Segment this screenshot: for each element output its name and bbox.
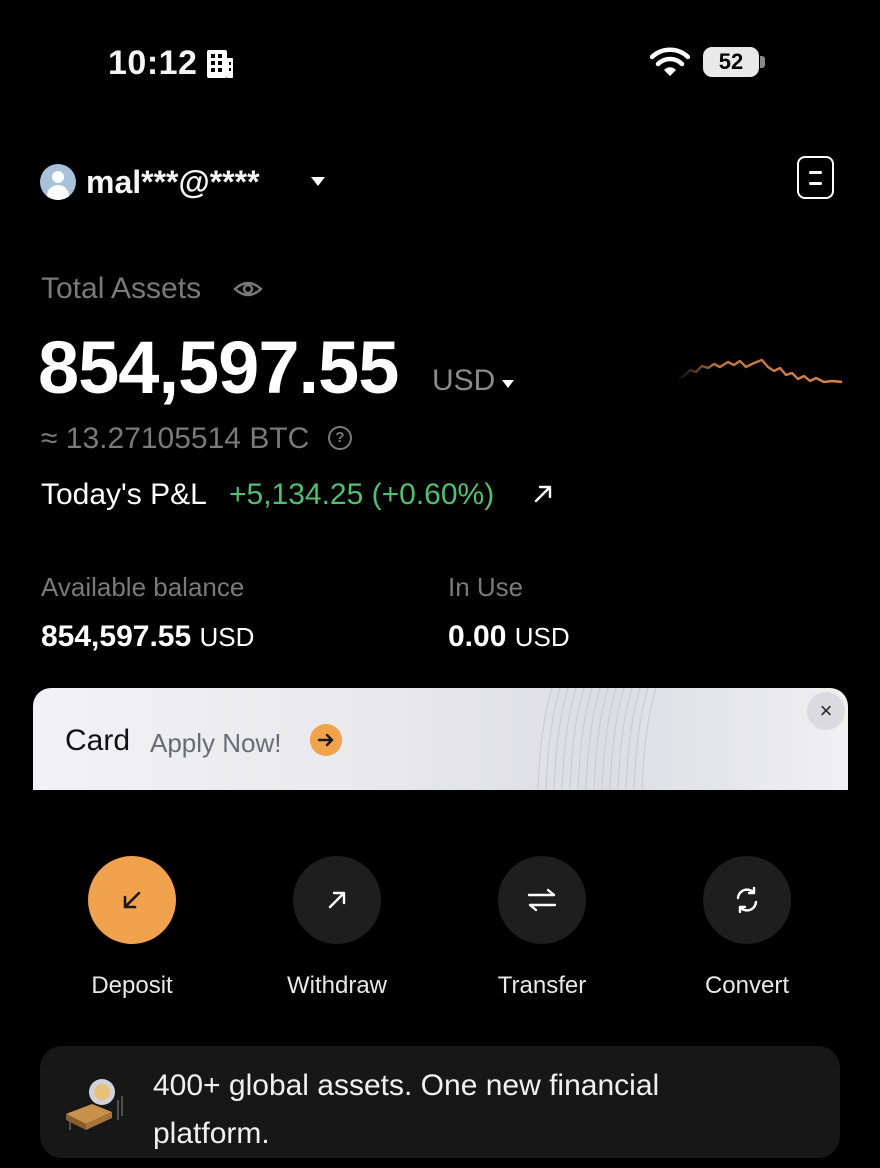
promo-banner[interactable]: 400+ global assets. One new financial pl… xyxy=(40,1046,840,1158)
convert-label: Convert xyxy=(704,972,790,999)
available-balance-label: Available balance xyxy=(41,572,245,602)
assets-screen: 10:12 52 mal***@**** Total Assets 854,59… xyxy=(0,0,880,1168)
currency-dropdown-icon[interactable] xyxy=(502,380,514,388)
account-dropdown-icon[interactable] xyxy=(311,177,325,186)
convert-button[interactable]: Convert xyxy=(657,856,837,1000)
total-currency[interactable]: USD xyxy=(432,364,495,398)
total-assets-value: 854,597.55 xyxy=(38,326,399,409)
eye-icon[interactable] xyxy=(233,278,263,300)
available-balance-value: 854,597.55 USD xyxy=(41,620,254,654)
account-name[interactable]: mal***@**** xyxy=(86,164,260,201)
wifi-icon xyxy=(650,47,690,76)
available-balance-unit: USD xyxy=(199,622,255,652)
convert-circle[interactable] xyxy=(703,856,791,944)
banner-decoration xyxy=(537,688,657,790)
arrow-up-right-icon xyxy=(328,891,346,909)
menu-icon[interactable] xyxy=(797,156,834,199)
close-icon[interactable]: × xyxy=(807,692,845,730)
withdraw-label: Withdraw xyxy=(286,972,388,999)
apply-now-link[interactable]: Apply Now! xyxy=(150,728,282,759)
withdraw-button[interactable]: Withdraw xyxy=(247,856,427,1000)
deposit-label: Deposit xyxy=(91,972,173,999)
transfer-circle[interactable] xyxy=(498,856,586,944)
gold-bars-icon xyxy=(66,1079,123,1130)
avatar[interactable] xyxy=(40,164,76,200)
arrow-down-left-icon xyxy=(123,891,141,909)
pnl-details-icon[interactable] xyxy=(531,482,555,506)
transfer-button[interactable]: Transfer xyxy=(452,856,632,1000)
in-use-label: In Use xyxy=(448,572,524,602)
pnl-label: Today's P&L xyxy=(41,478,207,511)
deposit-button[interactable]: Deposit xyxy=(42,856,222,1000)
banner-title: Card xyxy=(65,724,131,757)
btc-equivalent: ≈ 13.27105514 BTC xyxy=(41,422,310,455)
promo-text: 400+ global assets. One new financial pl… xyxy=(153,1069,660,1150)
in-use-amount: 0.00 xyxy=(448,620,507,653)
convert-icon xyxy=(736,886,758,914)
assets-sparkline xyxy=(676,358,842,384)
battery-nub xyxy=(760,56,765,68)
in-use-unit: USD xyxy=(514,622,570,652)
pnl-value: +5,134.25 (+0.60%) xyxy=(229,478,495,511)
deposit-circle[interactable] xyxy=(88,856,176,944)
withdraw-circle[interactable] xyxy=(293,856,381,944)
transfer-icon xyxy=(527,888,557,912)
transfer-label: Transfer xyxy=(497,972,587,999)
building-icon xyxy=(207,50,233,78)
status-time: 10:12 xyxy=(108,44,198,82)
total-assets-label: Total Assets xyxy=(41,272,202,305)
arrow-right-icon[interactable] xyxy=(310,724,342,756)
in-use-value: 0.00 USD xyxy=(448,620,570,654)
card-banner[interactable]: Card Apply Now! × xyxy=(33,688,848,790)
help-icon[interactable]: ? xyxy=(328,426,352,450)
battery-indicator: 52 xyxy=(703,47,759,77)
available-balance-amount: 854,597.55 xyxy=(41,620,192,653)
